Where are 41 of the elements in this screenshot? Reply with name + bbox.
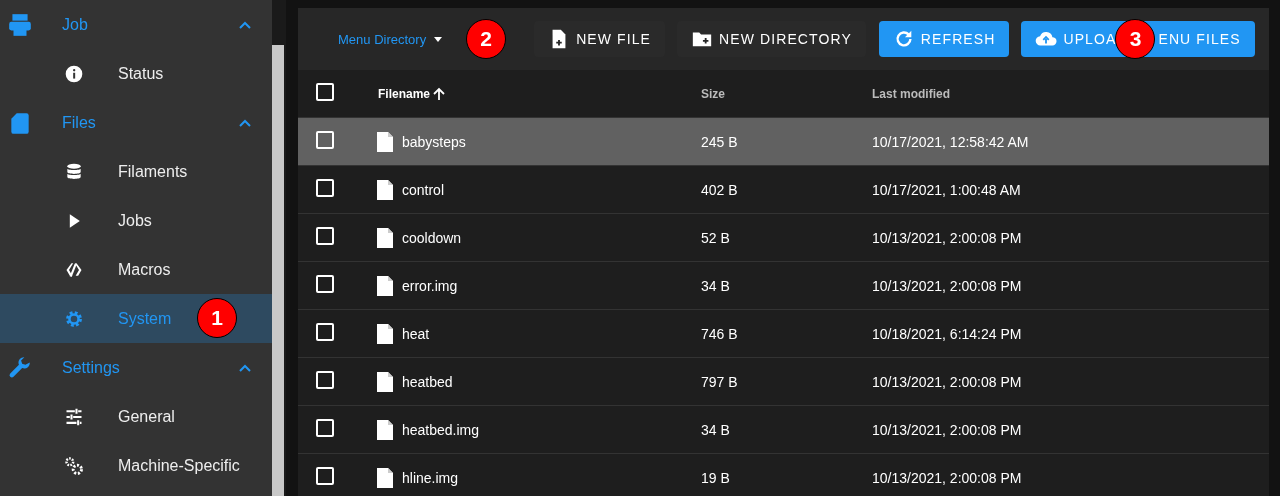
nav-item-label: Macros (118, 260, 171, 279)
button-label: ENU FILES (1158, 31, 1241, 47)
modified-date: 10/13/2021, 2:00:08 PM (872, 229, 1023, 246)
button-label: NEW FILE (576, 31, 652, 47)
file-size: 19 B (701, 469, 731, 486)
step-marker-tooltip: 2 (466, 19, 507, 59)
file-name: heatbed.img (402, 421, 480, 438)
button-label: UPLOA (1063, 31, 1117, 47)
file-size: 52 B (701, 229, 731, 246)
file-name: error.img (402, 277, 458, 294)
nav-item-label: General (118, 407, 175, 426)
file-size: 34 B (701, 277, 731, 294)
modified-date: 10/13/2021, 2:00:08 PM (872, 373, 1023, 390)
nav-group-label: Job (62, 15, 89, 34)
file-size: 34 B (701, 421, 731, 438)
nav-group-label: Files (62, 113, 97, 132)
modified-date: 10/13/2021, 2:00:08 PM (872, 469, 1023, 486)
file-name: control (402, 181, 445, 198)
file-size: 746 B (701, 325, 739, 342)
button-label: NEW DIRECTORY (719, 31, 852, 47)
modified-date: 10/17/2021, 12:58:42 AM (872, 133, 1030, 150)
step-marker-tooltip: 1 (197, 298, 237, 338)
nav-item-label: Jobs (118, 211, 152, 230)
nav-item-label: Status (118, 64, 164, 83)
file-name: hline.img (402, 469, 459, 486)
nav-group-label: Settings (62, 358, 121, 377)
button-label: REFRESH (920, 31, 996, 47)
file-name: cooldown (402, 229, 462, 246)
nav-item-label: System (118, 309, 172, 328)
file-name: babysteps (402, 133, 466, 150)
file-name: heatbed (402, 373, 453, 390)
nav-item-label: Machine-Specific (118, 456, 240, 475)
modified-date: 10/17/2021, 1:00:48 AM (872, 181, 1022, 198)
file-name: heat (402, 325, 430, 342)
modified-date: 10/18/2021, 6:14:24 PM (872, 325, 1023, 342)
nav-item-label: Filaments (118, 162, 188, 181)
file-size: 402 B (701, 181, 739, 198)
modified-date: 10/13/2021, 2:00:08 PM (872, 277, 1023, 294)
file-size: 797 B (701, 373, 739, 390)
modified-date: 10/13/2021, 2:00:08 PM (872, 421, 1023, 438)
file-size: 245 B (701, 133, 739, 150)
